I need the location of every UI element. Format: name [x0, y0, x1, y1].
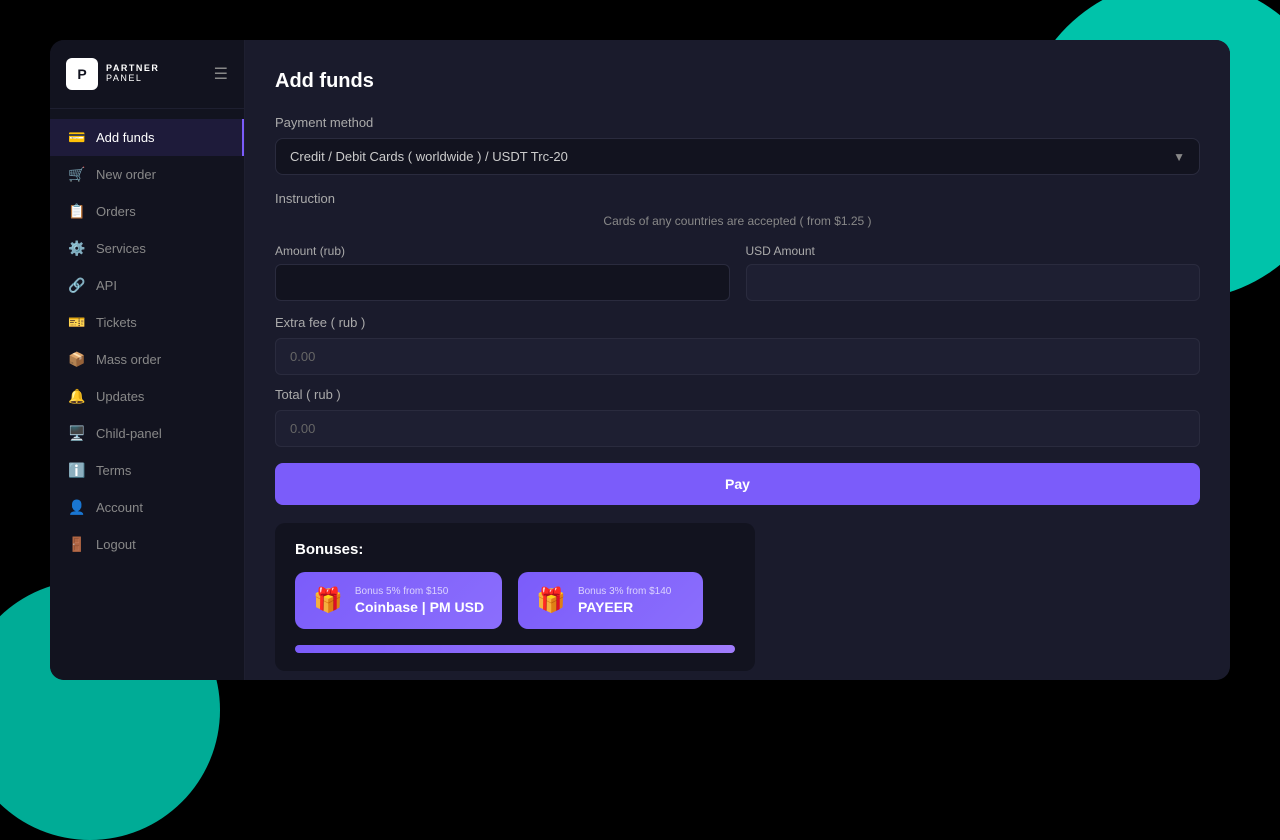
orders-icon: 📋	[68, 203, 86, 220]
instruction-section: Instruction Cards of any countries are a…	[275, 191, 1200, 228]
amount-rub-input[interactable]	[275, 264, 730, 301]
app-container: P PARTNER PANEL ☰ 💳 Add funds 🛒 New orde…	[50, 40, 1230, 680]
sidebar-item-mass-order-label: Mass order	[96, 352, 161, 367]
bonus-coinbase-name: Coinbase | PM USD	[355, 599, 484, 615]
new-order-icon: 🛒	[68, 166, 86, 183]
child-panel-icon: 🖥️	[68, 425, 86, 442]
bonuses-title: Bonuses:	[295, 541, 735, 558]
sidebar-item-new-order[interactable]: 🛒 New order	[50, 156, 244, 193]
bonus-payeer-sub: Bonus 3% from $140	[578, 586, 671, 597]
sidebar-item-account[interactable]: 👤 Account	[50, 489, 244, 526]
gift-icon-coinbase: 🎁	[313, 586, 343, 615]
bonus-coinbase-sub: Bonus 5% from $150	[355, 586, 484, 597]
sidebar-item-child-panel[interactable]: 🖥️ Child-panel	[50, 415, 244, 452]
mass-order-icon: 📦	[68, 351, 86, 368]
total-input	[275, 410, 1200, 447]
extra-fee-section: Extra fee ( rub )	[275, 315, 1200, 375]
logo-text: PARTNER PANEL	[106, 64, 159, 84]
bonus-card-payeer[interactable]: 🎁 Bonus 3% from $140 PAYEER	[518, 572, 703, 629]
sidebar: P PARTNER PANEL ☰ 💳 Add funds 🛒 New orde…	[50, 40, 245, 680]
sidebar-item-add-funds-label: Add funds	[96, 130, 155, 145]
sidebar-item-new-order-label: New order	[96, 167, 156, 182]
logout-icon: 🚪	[68, 536, 86, 553]
bonus-info-coinbase: Bonus 5% from $150 Coinbase | PM USD	[355, 586, 484, 615]
usd-amount-input[interactable]	[746, 264, 1201, 301]
bonus-cards: 🎁 Bonus 5% from $150 Coinbase | PM USD 🎁…	[295, 572, 735, 629]
amount-rub-group: Amount (rub)	[275, 244, 730, 301]
api-icon: 🔗	[68, 277, 86, 294]
sidebar-item-terms-label: Terms	[96, 463, 131, 478]
amount-rub-label: Amount (rub)	[275, 244, 730, 258]
payment-method-dropdown[interactable]: Credit / Debit Cards ( worldwide ) / USD…	[275, 138, 1200, 175]
chevron-down-icon: ▼	[1173, 150, 1185, 164]
logo-icon: P	[66, 58, 98, 90]
sidebar-header: P PARTNER PANEL ☰	[50, 40, 244, 109]
extra-fee-label: Extra fee ( rub )	[275, 315, 1200, 330]
services-icon: ⚙️	[68, 240, 86, 257]
total-label: Total ( rub )	[275, 387, 1200, 402]
sidebar-item-account-label: Account	[96, 500, 143, 515]
total-section: Total ( rub )	[275, 387, 1200, 447]
page-title: Add funds	[275, 70, 1200, 93]
sidebar-item-terms[interactable]: ℹ️ Terms	[50, 452, 244, 489]
sidebar-item-mass-order[interactable]: 📦 Mass order	[50, 341, 244, 378]
logo-panel-text: PANEL	[106, 74, 159, 84]
bonus-card-coinbase[interactable]: 🎁 Bonus 5% from $150 Coinbase | PM USD	[295, 572, 502, 629]
hamburger-icon[interactable]: ☰	[214, 64, 228, 84]
sidebar-item-services-label: Services	[96, 241, 146, 256]
tickets-icon: 🎫	[68, 314, 86, 331]
sidebar-item-updates[interactable]: 🔔 Updates	[50, 378, 244, 415]
terms-icon: ℹ️	[68, 462, 86, 479]
sidebar-item-tickets[interactable]: 🎫 Tickets	[50, 304, 244, 341]
sidebar-item-tickets-label: Tickets	[96, 315, 137, 330]
instruction-label: Instruction	[275, 191, 1200, 206]
amount-row: Amount (rub) USD Amount	[275, 244, 1200, 301]
updates-icon: 🔔	[68, 388, 86, 405]
bonuses-section: Bonuses: 🎁 Bonus 5% from $150 Coinbase |…	[275, 523, 755, 671]
logo-area: P PARTNER PANEL	[66, 58, 159, 90]
sidebar-item-updates-label: Updates	[96, 389, 144, 404]
bonus-info-payeer: Bonus 3% from $140 PAYEER	[578, 586, 671, 615]
main-content: Add funds Payment method Credit / Debit …	[245, 40, 1230, 680]
pay-button[interactable]: Pay	[275, 463, 1200, 505]
instruction-text: Cards of any countries are accepted ( fr…	[275, 214, 1200, 228]
usd-amount-group: USD Amount	[746, 244, 1201, 301]
sidebar-item-logout-label: Logout	[96, 537, 136, 552]
usd-amount-label: USD Amount	[746, 244, 1201, 258]
bonus-payeer-name: PAYEER	[578, 599, 671, 615]
sidebar-nav: 💳 Add funds 🛒 New order 📋 Orders ⚙️ Serv…	[50, 109, 244, 680]
sidebar-item-api[interactable]: 🔗 API	[50, 267, 244, 304]
bottom-bar-hint	[295, 645, 735, 653]
sidebar-item-orders[interactable]: 📋 Orders	[50, 193, 244, 230]
payment-method-selected: Credit / Debit Cards ( worldwide ) / USD…	[290, 149, 568, 164]
account-icon: 👤	[68, 499, 86, 516]
sidebar-item-orders-label: Orders	[96, 204, 136, 219]
payment-method-label: Payment method	[275, 115, 1200, 130]
sidebar-item-add-funds[interactable]: 💳 Add funds	[50, 119, 244, 156]
sidebar-item-services[interactable]: ⚙️ Services	[50, 230, 244, 267]
sidebar-item-logout[interactable]: 🚪 Logout	[50, 526, 244, 563]
add-funds-icon: 💳	[68, 129, 86, 146]
gift-icon-payeer: 🎁	[536, 586, 566, 615]
extra-fee-input	[275, 338, 1200, 375]
sidebar-item-api-label: API	[96, 278, 117, 293]
sidebar-item-child-panel-label: Child-panel	[96, 426, 162, 441]
